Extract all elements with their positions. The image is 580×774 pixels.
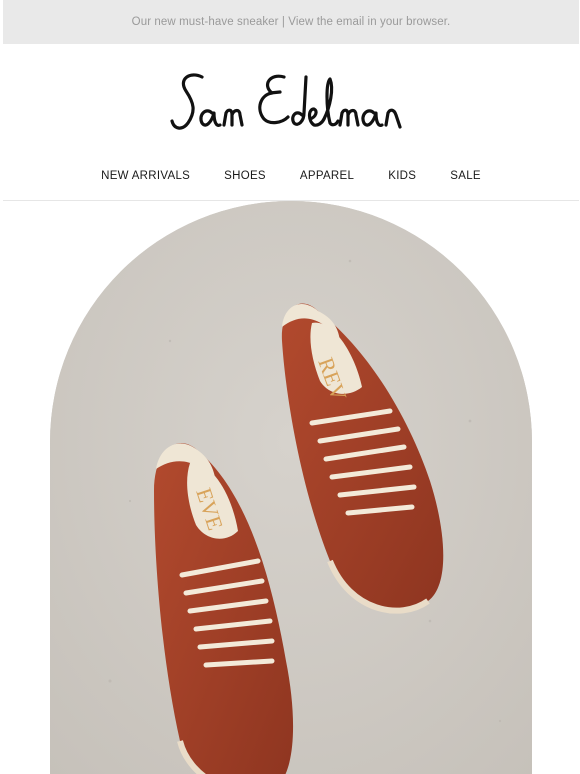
hero-image[interactable]: REV EVE [50, 201, 532, 774]
nav-sale[interactable]: SALE [433, 162, 498, 182]
main-nav: NEW ARRIVALS SHOES APPAREL KIDS SALE [3, 162, 579, 201]
logo-header [3, 44, 579, 162]
brand-logo[interactable] [166, 63, 416, 143]
nav-shoes[interactable]: SHOES [207, 162, 283, 182]
nav-apparel[interactable]: APPAREL [283, 162, 371, 182]
view-in-browser-link[interactable]: Our new must-have sneaker | View the ema… [132, 16, 451, 28]
email-frame: Our new must-have sneaker | View the ema… [3, 0, 579, 774]
preheader-bar: Our new must-have sneaker | View the ema… [3, 0, 579, 44]
hero-section: REV EVE [3, 201, 579, 774]
nav-new-arrivals[interactable]: NEW ARRIVALS [84, 162, 207, 182]
nav-kids[interactable]: KIDS [371, 162, 433, 182]
